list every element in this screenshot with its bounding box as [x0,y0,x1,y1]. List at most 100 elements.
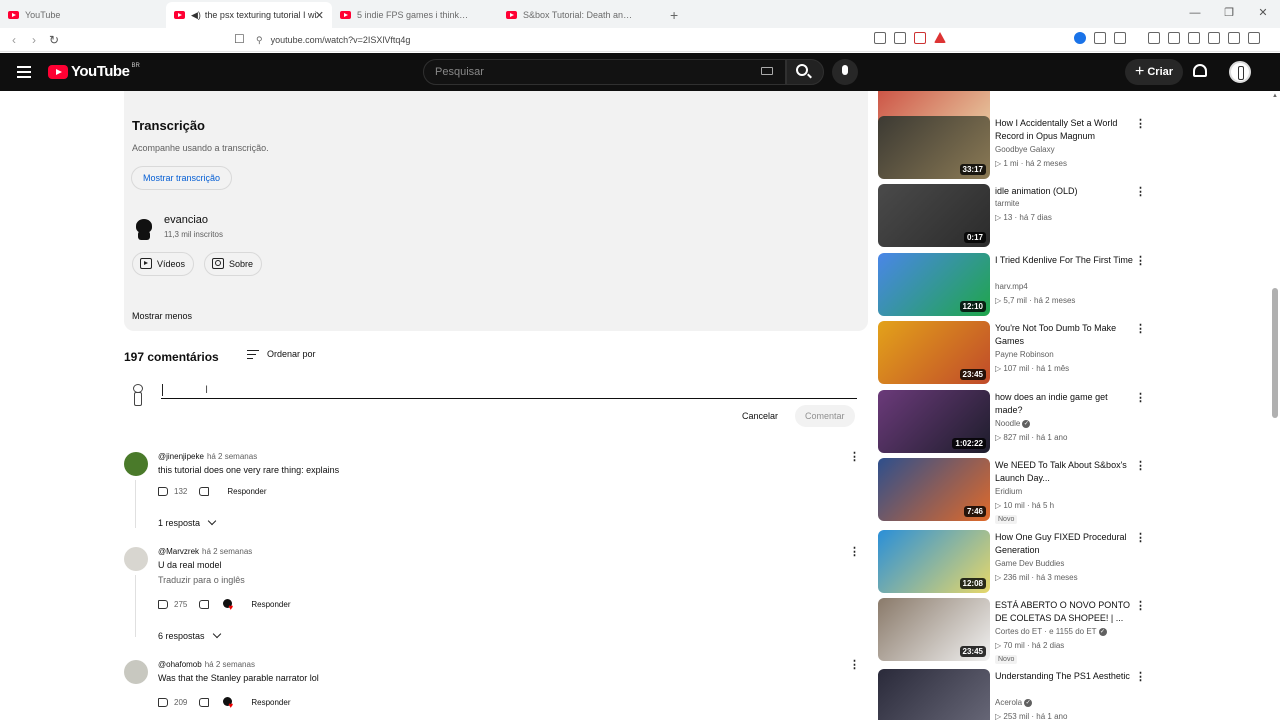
like-icon[interactable] [158,487,168,496]
comment-author[interactable]: @Marvzrek [158,547,199,556]
video-channel[interactable]: tarmite [995,199,1019,208]
video-title[interactable]: idle animation (OLD) [995,185,1135,198]
hamburger-icon[interactable] [17,66,31,78]
profile-extension-icon[interactable] [1074,32,1086,44]
warning-extension-icon[interactable] [934,32,946,43]
sidebar-icon[interactable] [1168,32,1180,44]
extensions-puzzle-icon[interactable] [1094,32,1106,44]
share-icon[interactable] [894,32,906,44]
about-button[interactable]: Sobre [204,252,263,276]
channel-name[interactable]: evanciao [164,214,208,226]
comment-author[interactable]: @jinenjipeke [158,452,204,461]
sort-button[interactable]: Ordenar por [247,349,316,359]
youtube-logo[interactable]: YouTube BR [48,63,140,80]
video-title[interactable]: You're Not Too Dumb To Make Games [995,322,1135,348]
back-icon[interactable]: ‹ [4,33,24,47]
create-button[interactable]: + Criar [1125,59,1183,85]
video-menu-icon[interactable]: ⋮ [1135,117,1146,130]
comment-menu-icon[interactable]: ⋮ [849,545,860,558]
show-transcript-button[interactable]: Mostrar transcrição [131,166,233,190]
videos-button[interactable]: Vídeos [132,252,195,276]
forward-icon[interactable]: › [24,33,44,47]
site-info-icon[interactable]: ⚲ [256,35,263,46]
sidebar-video[interactable]: 0:17 idle animation (OLD) tarmite ▷ 13 · há… [878,184,1158,248]
like-icon[interactable] [158,698,168,707]
dislike-icon[interactable] [199,487,210,496]
video-thumbnail[interactable]: 23:45 [878,321,990,384]
video-menu-icon[interactable]: ⋮ [1135,322,1146,335]
video-menu-icon[interactable]: ⋮ [1135,670,1146,683]
sidebar-video[interactable]: 23:45 You're Not Too Dumb To Make Games Pa… [878,321,1158,385]
page-scrollbar[interactable]: ▲ [1270,91,1280,720]
scrollbar-thumb[interactable] [1272,288,1278,418]
comment-time[interactable]: há 2 semanas [205,660,255,669]
keyboard-icon[interactable] [761,67,773,75]
avatar[interactable] [1229,61,1251,83]
video-menu-icon[interactable]: ⋮ [1135,459,1146,472]
sidebar-video[interactable]: 12:10 I Tried Kdenlive For The First Time… [878,253,1158,317]
sidebar-video[interactable]: 33:17 How I Accidentally Set a World Reco… [878,116,1158,180]
reload-icon[interactable]: ↻ [44,33,64,47]
channel-avatar[interactable] [133,215,155,241]
adblock-extension-icon[interactable] [914,32,926,44]
like-icon[interactable] [158,600,168,609]
bookmark-icon[interactable]: ☐ [234,32,245,46]
cancel-button[interactable]: Cancelar [732,405,788,427]
video-menu-icon[interactable]: ⋮ [1135,391,1146,404]
scroll-up-icon[interactable]: ▲ [1272,93,1278,99]
video-thumbnail[interactable]: 1:02:22 [878,390,990,453]
wallet-icon[interactable] [1188,32,1200,44]
install-app-icon[interactable] [874,32,886,44]
video-title[interactable]: How I Accidentally Set a World Record in… [995,117,1135,143]
video-title[interactable]: We NEED To Talk About S&box's Launch Day… [995,459,1135,485]
browser-tab[interactable]: 5 indie FPS games i think you should [332,2,498,28]
bell-icon[interactable] [1193,64,1207,77]
comment-menu-icon[interactable]: ⋮ [849,450,860,463]
video-title[interactable]: ESTÁ ABERTO O NOVO PONTO DE COLETAS DA S… [995,599,1135,625]
vpn-icon[interactable] [1228,32,1240,44]
comment-menu-icon[interactable]: ⋮ [849,658,860,671]
video-thumbnail[interactable]: 12:10 [878,253,990,316]
video-menu-icon[interactable]: ⋮ [1135,531,1146,544]
video-channel[interactable]: Cortes do ET · e 1155 do ET ✓ [995,627,1107,636]
browser-tab-active[interactable]: ◀) the psx texturing tutorial I wi ✕ [166,2,332,28]
comment-input[interactable] [161,381,857,399]
sidebar-video[interactable]: Understanding The PS1 Aesthetic Acerola ✓ ▷… [878,669,1158,720]
translate-link[interactable]: Traduzir para o inglês [158,575,245,585]
video-thumbnail[interactable]: 0:17 [878,184,990,247]
replies-toggle[interactable]: 1 resposta [158,516,217,528]
ai-icon[interactable] [1208,32,1220,44]
video-channel[interactable]: Eridium [995,487,1022,496]
video-channel[interactable]: harv.mp4 [995,282,1028,291]
video-channel[interactable]: Game Dev Buddies [995,559,1064,568]
browser-tab[interactable]: S&box Tutorial: Death and Respawnin [498,2,664,28]
video-title[interactable]: How One Guy FIXED Procedural Generation [995,531,1135,557]
comment-avatar[interactable] [124,452,148,476]
close-window-button[interactable]: ✕ [1246,0,1280,26]
video-menu-icon[interactable]: ⋮ [1135,599,1146,612]
comment-time[interactable]: há 2 semanas [207,452,257,461]
dislike-icon[interactable] [199,698,210,707]
browser-tab[interactable]: YouTube [0,2,166,28]
video-thumbnail[interactable]: 33:17 [878,116,990,179]
sidebar-video[interactable]: 7:46 We NEED To Talk About S&box's Launch… [878,458,1158,524]
reader-icon[interactable] [1114,32,1126,44]
video-thumbnail[interactable]: 23:45 [878,598,990,661]
comment-time[interactable]: há 2 semanas [202,547,252,556]
sidebar-video[interactable]: 23:45 ESTÁ ABERTO O NOVO PONTO DE COLETAS… [878,598,1158,664]
dislike-icon[interactable] [199,600,210,609]
video-thumbnail[interactable] [878,669,990,720]
comment-avatar[interactable] [124,660,148,684]
video-channel[interactable]: Noodle ✓ [995,419,1031,428]
restore-button[interactable]: ❐ [1212,0,1246,26]
video-menu-icon[interactable]: ⋮ [1135,254,1146,267]
reply-button[interactable]: Responder [227,487,266,496]
video-title[interactable]: I Tried Kdenlive For The First Time [995,254,1135,267]
mic-icon[interactable] [832,59,858,85]
url-field[interactable]: ⚲ youtube.com/watch?v=2ISXlVftq4g [256,31,976,49]
shield-icon[interactable] [1248,32,1260,44]
video-thumbnail[interactable]: 12:08 [878,530,990,593]
video-channel[interactable]: Payne Robinson [995,350,1054,359]
new-tab-button[interactable]: + [670,2,678,28]
media-controls-icon[interactable] [1148,32,1160,44]
